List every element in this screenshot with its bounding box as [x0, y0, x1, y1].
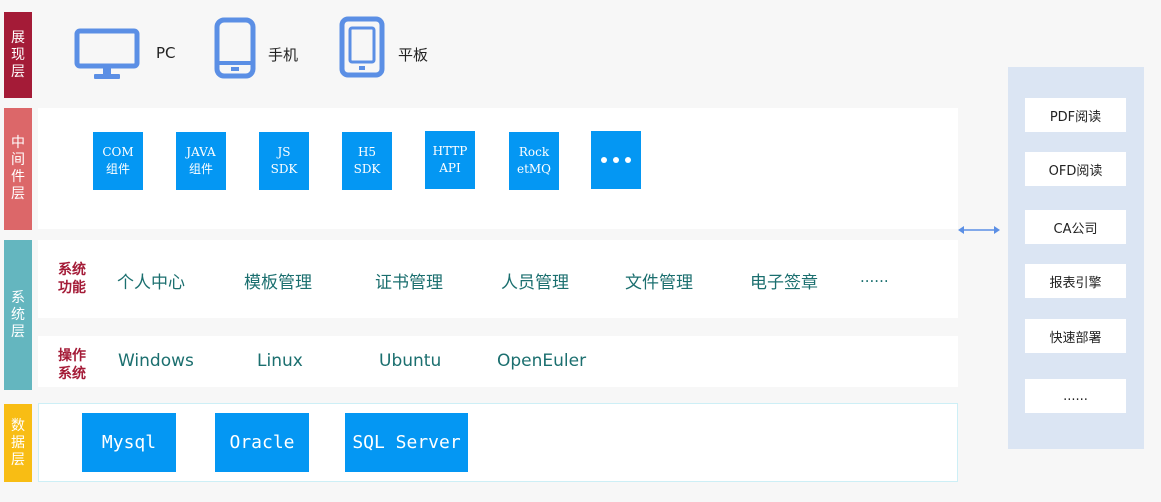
middleware-item-rocketmq: Rock etMQ	[509, 132, 559, 190]
function-item: 电子签章	[750, 273, 818, 293]
function-item: 人员管理	[501, 273, 569, 293]
middleware-item-more	[591, 131, 641, 189]
side-item-ca-company: CA公司	[1025, 210, 1126, 244]
database-sql-server: SQL Server	[345, 413, 468, 472]
middleware-item-h5-sdk: H5 SDK	[342, 132, 392, 190]
layer-label-middleware: 中间件层	[4, 108, 32, 230]
side-item-report-engine: 报表引擎	[1025, 264, 1126, 298]
device-label-phone: 手机	[268, 46, 299, 64]
side-item-more: ......	[1025, 379, 1126, 413]
database-oracle: Oracle	[215, 413, 309, 472]
ellipsis-icon	[601, 157, 631, 163]
function-item-more: ......	[860, 268, 889, 286]
middleware-item-com: COM 组件	[93, 132, 143, 190]
layer-label-data: 数据层	[4, 404, 32, 482]
os-item: Ubuntu	[379, 351, 442, 371]
function-item: 证书管理	[375, 273, 443, 293]
os-item: Windows	[118, 351, 194, 371]
os-item: Linux	[257, 351, 303, 371]
function-item: 模板管理	[244, 273, 312, 293]
side-item-pdf-reading: PDF阅读	[1025, 98, 1126, 132]
middleware-item-js-sdk: JS SDK	[259, 132, 309, 190]
function-item: 文件管理	[625, 273, 693, 293]
data-panel	[38, 403, 958, 482]
database-mysql: Mysql	[82, 413, 176, 472]
layer-label-presentation: 展现层	[4, 12, 32, 98]
device-label-tablet: 平板	[398, 46, 429, 64]
monitor-icon	[74, 28, 140, 79]
operating-system-label: 操作系统	[58, 348, 86, 382]
function-item: 个人中心	[117, 273, 185, 293]
middleware-item-java: JAVA 组件	[176, 132, 226, 190]
layer-label-system: 系统层	[4, 240, 32, 390]
device-label-pc: PC	[156, 44, 176, 62]
system-function-label: 系统功能	[58, 262, 86, 296]
os-item: OpenEuler	[497, 351, 587, 371]
middleware-item-http-api: HTTP API	[425, 131, 475, 189]
phone-icon	[214, 17, 256, 79]
side-item-quick-deploy: 快速部署	[1025, 319, 1126, 353]
bidirectional-arrow-icon	[958, 226, 1000, 234]
tablet-icon	[339, 16, 385, 78]
side-item-ofd-reading: OFD阅读	[1025, 152, 1126, 186]
